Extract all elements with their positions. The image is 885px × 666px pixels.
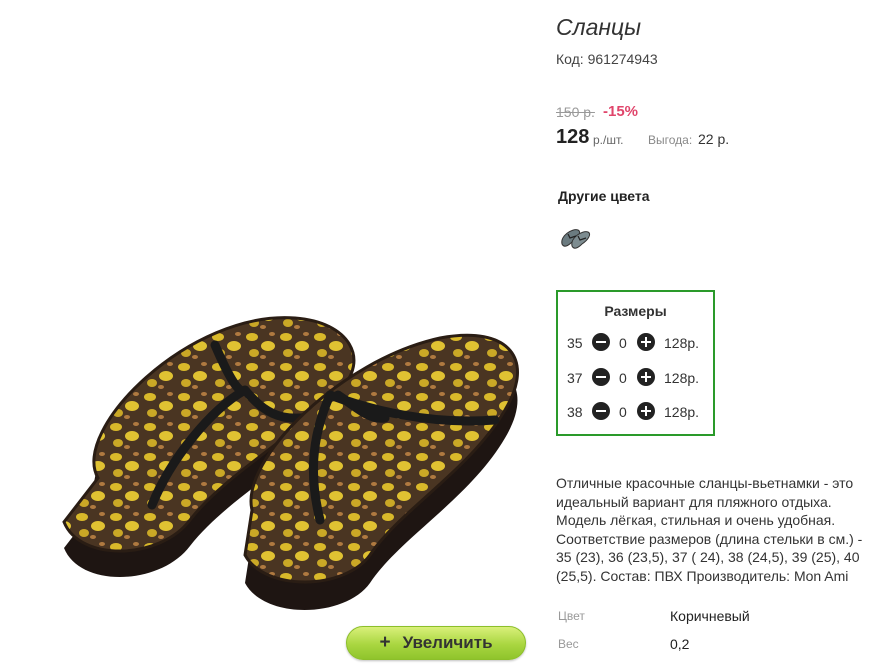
benefit-value: 22 р.	[698, 131, 730, 147]
minus-icon[interactable]	[592, 402, 610, 420]
quantity-field[interactable]	[619, 335, 633, 351]
attribute-value-weight: 0,2	[670, 636, 690, 652]
attribute-label-weight: Вес	[558, 637, 579, 651]
minus-icon[interactable]	[592, 368, 610, 386]
size-price: 128р.	[664, 370, 700, 386]
minus-icon[interactable]	[592, 333, 610, 351]
plus-circle-icon[interactable]	[637, 402, 655, 420]
product-photo[interactable]	[40, 300, 540, 630]
flip-flops-thumbnail-icon[interactable]	[558, 226, 594, 250]
size-price: 128р.	[664, 404, 700, 420]
plus-circle-icon[interactable]	[637, 368, 655, 386]
attribute-label-color: Цвет	[558, 609, 585, 623]
zoom-button[interactable]: + Увеличить	[346, 626, 526, 660]
quantity-field[interactable]	[619, 404, 633, 420]
zoom-button-label: Увеличить	[402, 633, 493, 652]
sizes-title: Размеры	[604, 303, 667, 319]
product-description: Отличные красочные сланцы-вьетнамки - эт…	[556, 475, 863, 584]
quantity-field[interactable]	[619, 370, 633, 386]
benefit-label: Выгода:	[648, 133, 693, 147]
discount-badge: -15%	[603, 103, 639, 120]
size-price: 128р.	[664, 335, 700, 351]
size-label: 38	[567, 404, 583, 420]
plus-icon: +	[379, 632, 391, 653]
size-label: 35	[567, 335, 583, 351]
plus-circle-icon[interactable]	[637, 333, 655, 351]
product-title: Сланцы	[556, 14, 642, 40]
current-price: 128	[556, 126, 590, 148]
price-unit: р./шт.	[593, 133, 624, 147]
attribute-value-color: Коричневый	[670, 608, 750, 624]
product-code: Код: 961274943	[556, 51, 658, 67]
old-price: 150 р.	[556, 104, 595, 120]
other-colors-heading: Другие цвета	[558, 188, 650, 204]
sizes-panel: Размеры 35 128р. 37 128р. 38 128р.	[556, 290, 715, 436]
size-label: 37	[567, 370, 583, 386]
